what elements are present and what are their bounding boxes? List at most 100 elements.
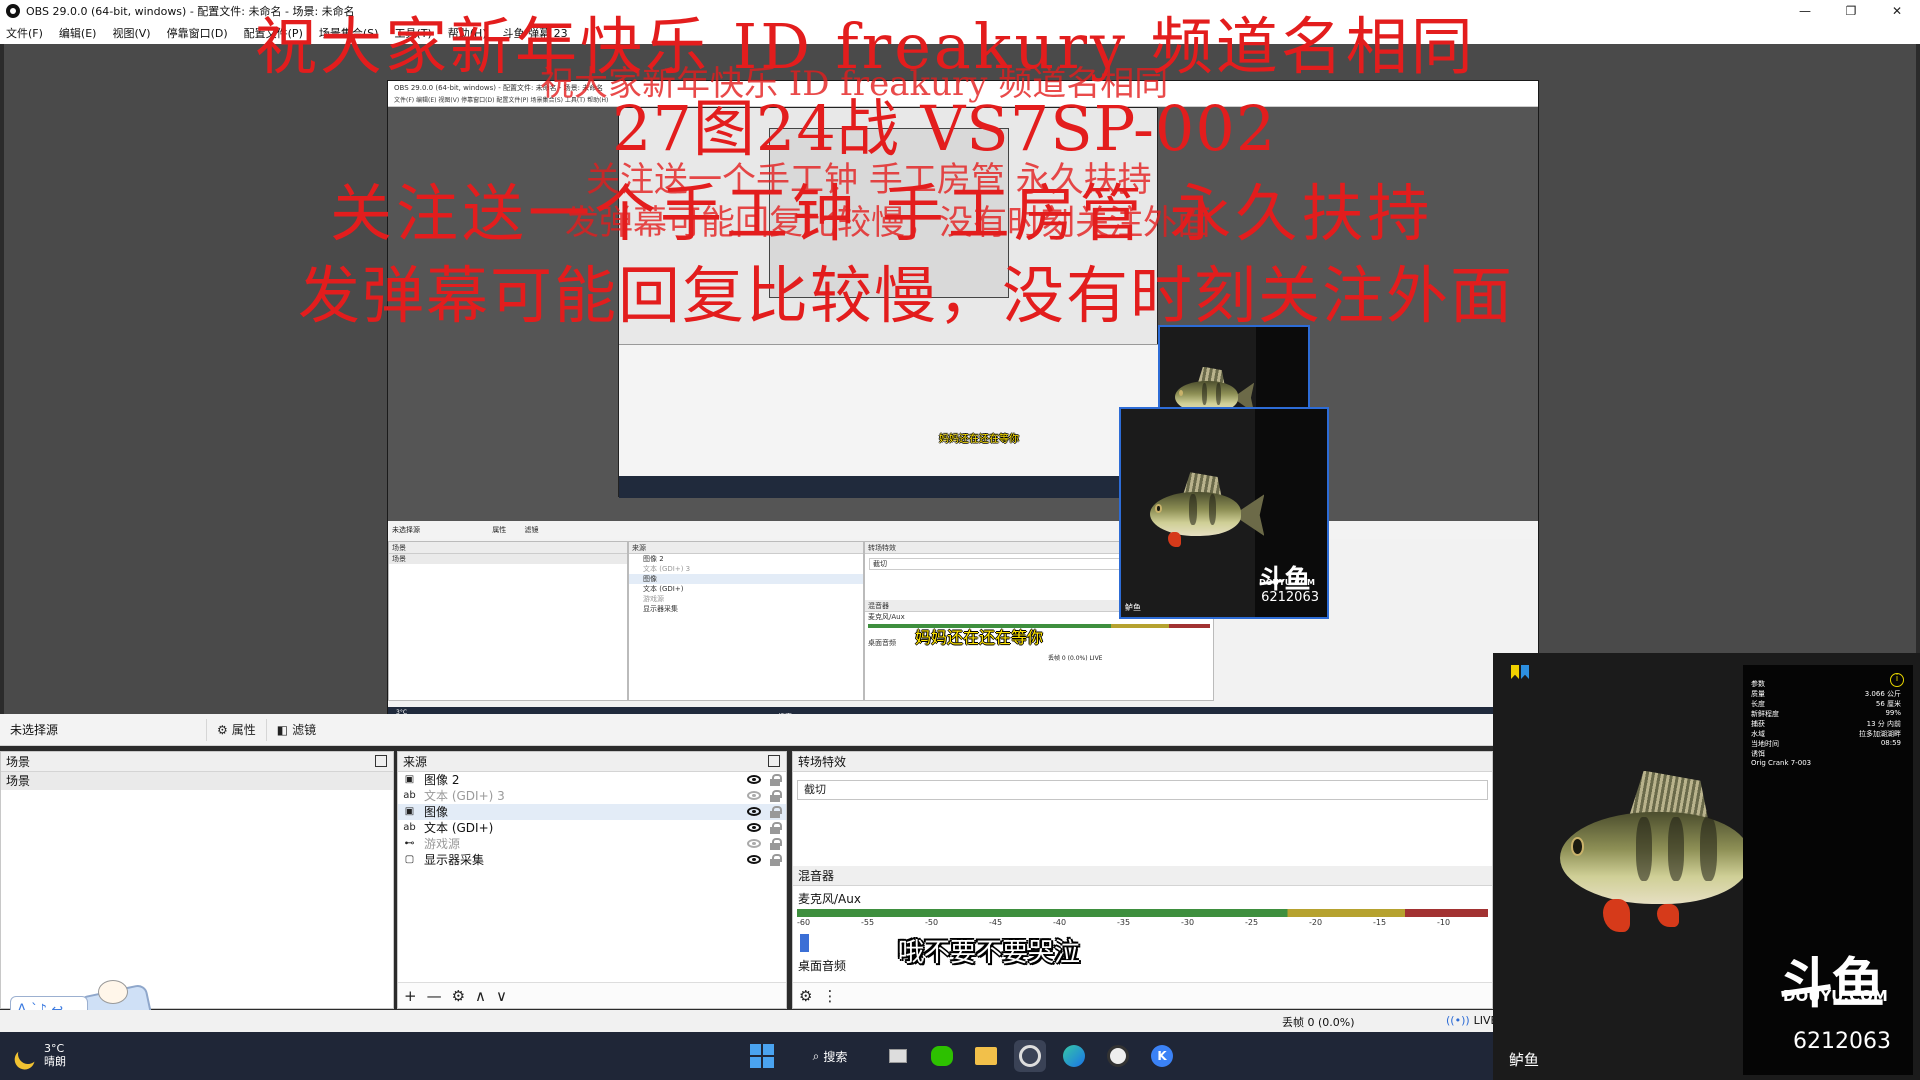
stat-row: 捕获 13 分 内前 [1751,720,1901,728]
nested-source-item: 显示器采集 [643,605,678,613]
windows-start-icon[interactable] [746,1040,778,1072]
move-up-button[interactable]: ∧ [475,987,486,1005]
visibility-eye-icon[interactable] [747,807,761,816]
text-icon: ab [403,822,416,833]
nested-fish-card-large: 斗鱼 DOUYU.COM 6212063 鲈鱼 [1119,407,1329,619]
undock-icon[interactable] [375,755,387,767]
lock-icon[interactable] [770,838,782,850]
fish-caption: 鲈鱼 [1125,603,1141,612]
stat-row: 诱饵 [1751,750,1765,758]
transitions-dock-title: 转场特效 [793,752,1492,772]
minimize-button[interactable]: — [1782,0,1828,22]
stat-row: 质量 3.066 公斤 [1751,690,1901,698]
taskbar-icons: ⌕ 搜索 K [740,1040,1184,1072]
panda-app-icon[interactable] [1102,1040,1134,1072]
nested-source-item: 图像 [629,574,863,584]
k-app-icon[interactable]: K [1146,1040,1178,1072]
task-view-icon[interactable] [882,1040,914,1072]
source-settings-button[interactable]: ⚙ [452,987,465,1005]
image-icon: ▣ [404,806,415,817]
volume-slider-handle[interactable] [800,934,809,952]
nested-scene-item: 场景 [389,554,627,564]
mixer-track-mic: 麦克风/Aux [798,892,861,906]
source-item[interactable]: ab 文本 (GDI+) [398,820,786,836]
lock-icon[interactable] [770,854,782,866]
edge-icon[interactable] [1058,1040,1090,1072]
meter-ticks: -60 -55 -50 -45 -40 -35 -30 -25 -20 -15 … [797,918,1451,927]
properties-button[interactable]: ⚙ 属性 [206,718,266,741]
overlay-text-line-4: 发弹幕可能回复比较慢，没有时刻关注外面 [298,259,1515,332]
source-item[interactable]: ▣ 图像 2 [398,772,786,788]
menu-docks[interactable]: 停靠窗口(D) [167,25,228,41]
scenes-dock: 场景 场景 [0,751,394,1009]
recursive-docks [619,344,1159,498]
menu-view[interactable]: 视图(V) [112,25,150,41]
live-status: ((•)) LIVE [1446,1014,1498,1027]
visibility-eye-icon[interactable] [747,775,761,784]
filters-button[interactable]: ◧ 滤镜 [265,718,326,741]
no-source-selected-label: 未选择源 [10,723,59,737]
stat-row: 长度 56 厘米 [1751,700,1901,708]
nested-scenes-dock: 场景 场景 [388,541,628,701]
nested-sources-dock: 来源 图像 2 文本 (GDI+) 3 图像 文本 (GDI+) 游戏源 显示器… [628,541,864,701]
weather-desc: 晴朗 [44,1055,66,1068]
audio-settings-button[interactable]: ⚙ [799,987,812,1005]
douyu-logo-sub: DOUYU.COM [1259,578,1315,587]
move-down-button[interactable]: ∨ [496,987,507,1005]
sources-dock: 来源 ▣ 图像 2 ab 文本 (GDI+) 3 ▣ 图像 ab 文本 (GDI… [397,751,787,1009]
room-number: 6212063 [1261,590,1319,605]
scenes-dock-title: 场景 [1,752,393,772]
more-options-button[interactable]: ⋮ [822,987,837,1005]
source-item[interactable]: ▢ 显示器采集 [398,852,786,868]
transitions-mixer-dock: 转场特效 截切 混音器 麦克风/Aux -60 -55 -50 -45 -40 … [792,751,1493,1009]
visibility-eye-icon[interactable] [747,839,761,848]
nested-source-item: 游戏源 [643,595,664,603]
transition-select[interactable]: 截切 [797,780,1488,800]
obs-taskbar-icon[interactable] [1014,1040,1046,1072]
overlay-text-line-2: 27图24战 VS7SP-002 [612,92,1277,165]
source-item[interactable]: ab 文本 (GDI+) 3 [398,788,786,804]
taskbar-search[interactable]: ⌕ 搜索 [790,1040,870,1072]
sources-toolbar: + — ⚙ ∧ ∨ [398,982,786,1008]
wechat-icon[interactable] [926,1040,958,1072]
source-item[interactable]: ⊷ 游戏源 [398,836,786,852]
close-button[interactable]: ✕ [1874,0,1920,22]
image-icon: ▣ [404,774,415,785]
scene-item[interactable]: 场景 [1,772,393,790]
visibility-eye-icon[interactable] [747,791,761,800]
room-number: 6212063 [1793,1029,1891,1054]
bookmark-icon [1511,665,1531,681]
lock-icon[interactable] [770,774,782,786]
mixer-dock-title: 混音器 [793,866,1492,886]
stat-row: 新鲜程度 99% [1751,709,1901,718]
stat-row: 当地时间 08:59 [1751,739,1901,748]
menu-file[interactable]: 文件(F) [6,25,43,41]
weather-widget[interactable]: 3°C 晴朗 [18,1042,66,1068]
preview-subtitle: 妈妈还在还在等你 [915,628,1044,647]
undock-icon[interactable] [768,755,780,767]
nested-source-item: 文本 (GDI+) [643,585,684,593]
volume-meter [797,909,1488,917]
visibility-eye-icon[interactable] [747,823,761,832]
visibility-eye-icon[interactable] [747,855,761,864]
weather-temp: 3°C [44,1042,65,1055]
gamepad-icon: ⊷ [404,838,415,849]
remove-source-button[interactable]: — [427,987,442,1005]
source-item[interactable]: ▣ 图像 [398,804,786,820]
lock-icon[interactable] [770,806,782,818]
maximize-button[interactable]: ❐ [1828,0,1874,22]
nested-properties: 属性 [492,526,507,534]
properties-label: 属性 [231,723,256,737]
menu-edit[interactable]: 编辑(E) [59,25,97,41]
overlay-text-line-1: 祝大家新年快乐 ID freakury 频道名相同 [255,10,1476,83]
game-capture-overlay: 参数 质量 3.066 公斤 长度 56 厘米 新鲜程度 99% 捕获 13 分 内前 … [1493,653,1920,1080]
nested-dock-header: 未选择源 属性 滤镜 [388,521,1538,539]
recursive-taskbar [619,476,1159,498]
lock-icon[interactable] [770,822,782,834]
file-explorer-icon[interactable] [970,1040,1002,1072]
lock-icon[interactable] [770,790,782,802]
overlay-text-line-3: 关注送一个手工钟 手工房管 永久扶持 [330,177,1434,250]
subtitle-text: 哦不要不要哭泣 [898,938,1081,968]
add-source-button[interactable]: + [404,987,417,1005]
nested-scenes-title: 场景 [389,542,627,554]
